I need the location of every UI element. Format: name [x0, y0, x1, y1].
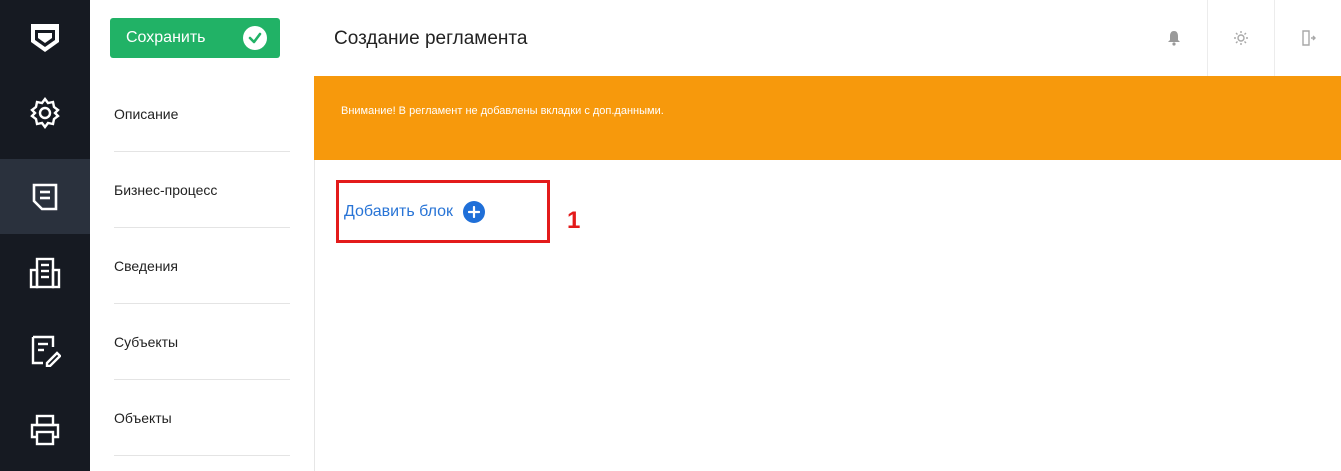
nav-item-label: Субъекты — [114, 333, 179, 350]
plus-circle-icon — [463, 201, 486, 223]
settings-icon[interactable] — [1207, 0, 1274, 76]
nav-item-subjects[interactable]: Субъекты — [114, 304, 290, 380]
add-block-button[interactable]: Добавить блок — [344, 196, 486, 228]
nav-item-objects[interactable]: Объекты — [114, 380, 290, 456]
nav-item-business-process[interactable]: Бизнес-процесс — [114, 152, 290, 228]
nav-item-label: Объекты — [114, 409, 172, 426]
nav-item-label: Бизнес-процесс — [114, 181, 218, 198]
annotation-marker: 1 — [567, 207, 581, 234]
logo-icon[interactable] — [0, 0, 90, 75]
save-button-label: Сохранить — [126, 29, 206, 46]
document-icon[interactable] — [0, 159, 90, 234]
edit-form-icon[interactable] — [0, 312, 90, 387]
gear-icon[interactable] — [0, 75, 90, 150]
top-header: Создание регламента — [314, 0, 1341, 77]
app-rail — [0, 0, 90, 471]
bell-icon[interactable] — [1141, 0, 1207, 76]
logout-icon[interactable] — [1274, 0, 1341, 76]
page-title: Создание регламента — [334, 28, 528, 49]
check-icon — [243, 26, 267, 50]
printer-icon[interactable] — [0, 392, 90, 467]
save-button[interactable]: Сохранить — [110, 18, 280, 58]
nav-item-label: Сведения — [114, 257, 178, 274]
nav-item-label: Описание — [114, 105, 179, 122]
nav-item-description[interactable]: Описание — [114, 76, 290, 152]
building-icon[interactable] — [0, 235, 90, 310]
warning-text: Внимание! В регламент не добавлены вклад… — [341, 105, 664, 117]
add-block-label: Добавить блок — [344, 203, 454, 220]
warning-banner: Внимание! В регламент не добавлены вклад… — [314, 76, 1341, 160]
nav-item-details[interactable]: Сведения — [114, 228, 290, 304]
section-nav: Сохранить Описание Бизнес-процесс Сведен… — [90, 0, 315, 471]
